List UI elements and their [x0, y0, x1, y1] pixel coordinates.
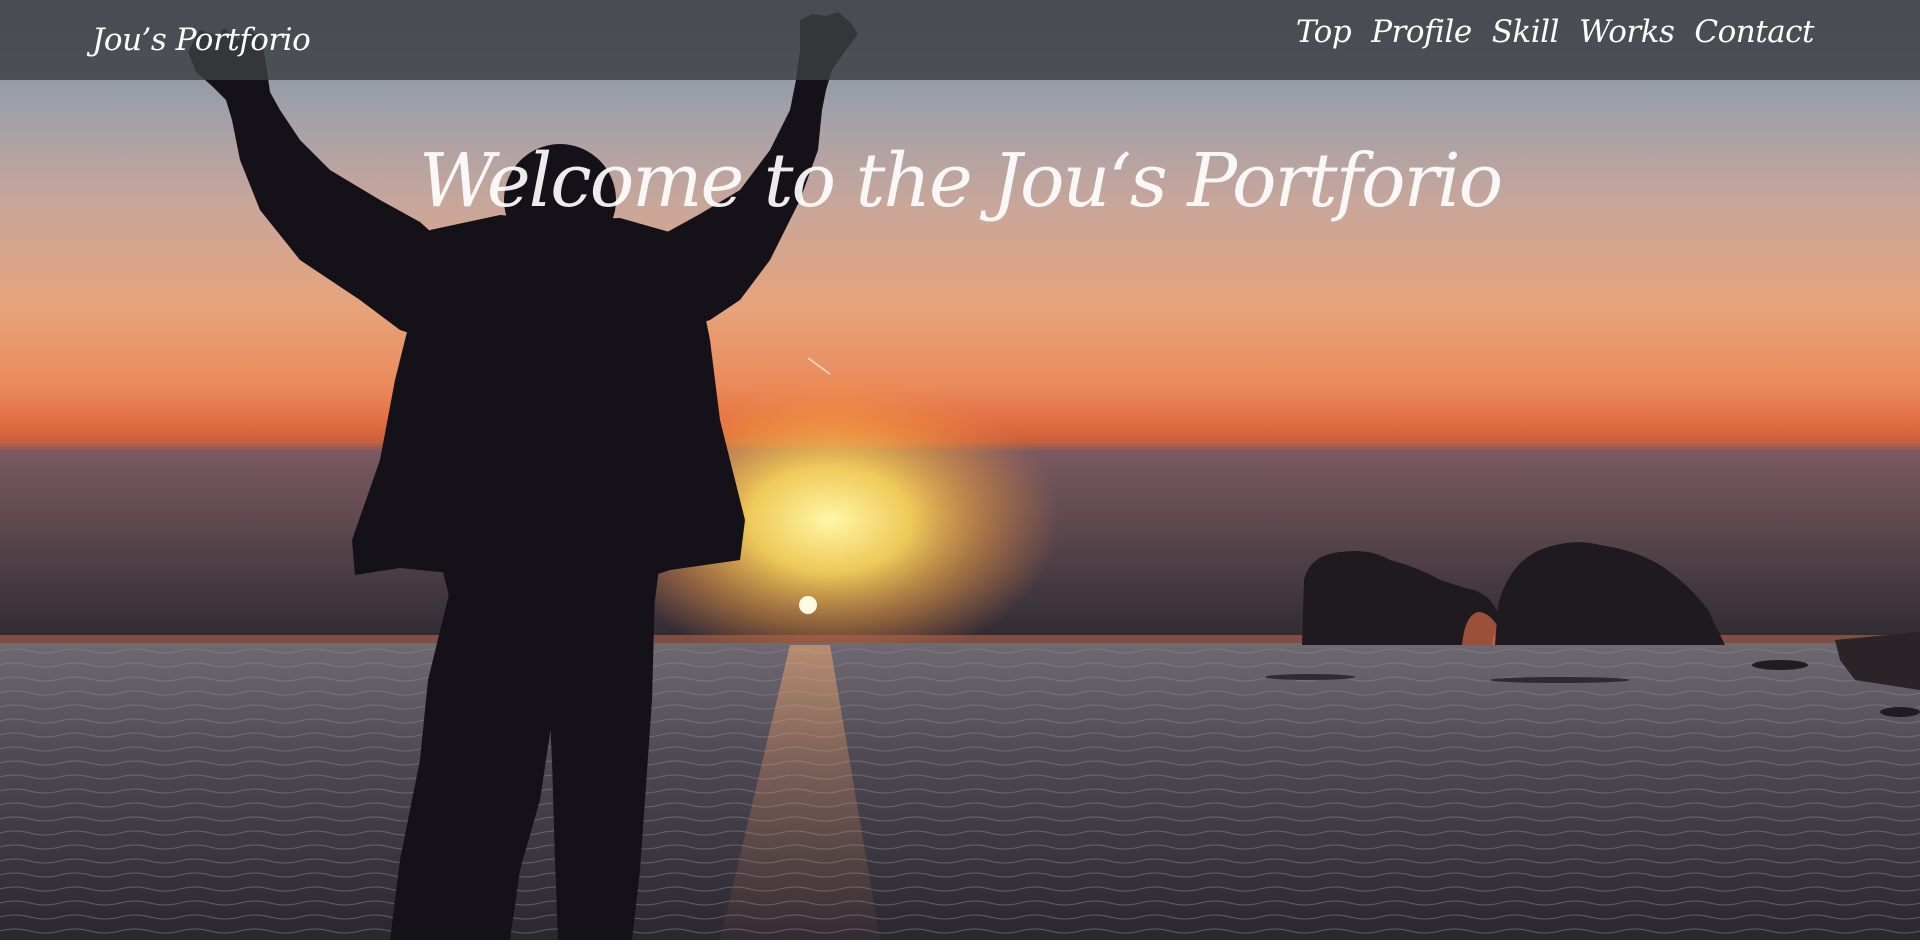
nav-item-profile: Profile	[1371, 14, 1472, 50]
nav-item-top: Top	[1296, 14, 1352, 50]
hero-title: Welcome to the Jou‘s Portforio	[418, 138, 1503, 224]
nav-item-contact: Contact	[1694, 14, 1814, 50]
brand-logo-link[interactable]: Jou’s Portforio	[92, 22, 311, 58]
nav-item-works: Works	[1579, 14, 1675, 50]
nav-link-contact[interactable]: Contact	[1694, 14, 1814, 50]
hero-section: Welcome to the Jou‘s Portforio	[0, 0, 1920, 940]
nav-link-works[interactable]: Works	[1579, 14, 1675, 50]
nav-link-top[interactable]: Top	[1296, 14, 1352, 50]
nav-link-skill[interactable]: Skill	[1492, 14, 1560, 50]
nav-link-profile[interactable]: Profile	[1371, 14, 1472, 50]
nav-item-skill: Skill	[1492, 14, 1560, 50]
nav-menu: Top Profile Skill Works Contact	[1296, 14, 1815, 50]
top-navbar: Jou’s Portforio Top Profile Skill Works …	[0, 0, 1920, 80]
